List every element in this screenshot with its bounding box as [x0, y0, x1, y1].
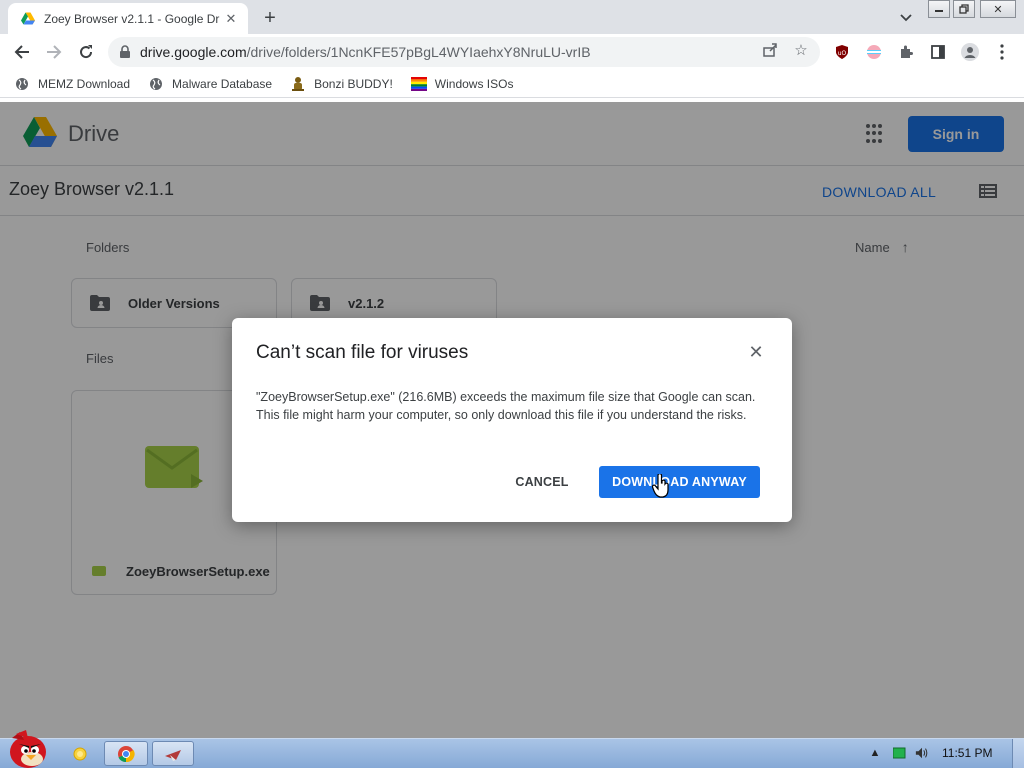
- browser-toolbar: drive.google.com/drive/folders/1NcnKFE57…: [0, 34, 1024, 70]
- bookmark-label: Windows ISOs: [434, 76, 514, 91]
- dialog-close-icon[interactable]: ✕: [746, 342, 766, 362]
- dialog-message: "ZoeyBrowserSetup.exe" (216.6MB) exceeds…: [256, 390, 756, 422]
- close-window-button[interactable]: ✕: [980, 0, 1016, 18]
- taskbar-clock[interactable]: 11:51 PM: [942, 746, 992, 760]
- browser-tab[interactable]: Zoey Browser v2.1.1 - Google Dr ✕: [8, 3, 248, 34]
- forward-button[interactable]: [40, 38, 68, 66]
- folder-sun-icon: [73, 747, 87, 760]
- url-path: /drive/folders/1NcnKFE57pBgL4WYIaehxY8Nr…: [246, 44, 591, 60]
- minimize-button[interactable]: [928, 0, 950, 18]
- new-tab-button[interactable]: +: [258, 6, 282, 30]
- tab-strip: Zoey Browser v2.1.1 - Google Dr ✕ + ✕: [0, 0, 1024, 34]
- reload-button[interactable]: [72, 38, 100, 66]
- forward-arrow-icon: [47, 45, 62, 59]
- bookmark-malware-database[interactable]: Malware Database: [148, 76, 272, 92]
- back-button[interactable]: [8, 38, 36, 66]
- pride-extension-icon[interactable]: [865, 43, 883, 61]
- bookmark-star-icon[interactable]: ☆: [792, 41, 810, 59]
- tab-title: Zoey Browser v2.1.1 - Google Dr: [44, 11, 220, 26]
- taskbar-chrome-button[interactable]: [104, 741, 148, 766]
- virus-scan-warning-dialog: Can’t scan file for viruses ✕ "ZoeyBrows…: [232, 318, 792, 522]
- cancel-button[interactable]: CANCEL: [500, 466, 584, 498]
- chrome-icon: [118, 745, 135, 762]
- globe-icon: [148, 76, 164, 92]
- bonzi-icon: [290, 76, 306, 92]
- svg-text:uO: uO: [838, 50, 847, 57]
- tab-close-icon[interactable]: ✕: [222, 10, 240, 28]
- taskbar-app-button[interactable]: [152, 741, 194, 766]
- restore-button[interactable]: [953, 0, 975, 18]
- profile-avatar-icon[interactable]: [961, 43, 979, 61]
- show-desktop-button[interactable]: [1012, 739, 1024, 768]
- windows-flag-icon: [410, 76, 427, 92]
- dialog-title: Can’t scan file for viruses: [256, 342, 469, 363]
- address-bar[interactable]: drive.google.com/drive/folders/1NcnKFE57…: [108, 37, 820, 67]
- ublock-extension-icon[interactable]: uO: [833, 43, 851, 61]
- bookmark-label: Bonzi BUDDY!: [314, 76, 393, 91]
- bookmark-memz[interactable]: MEMZ Download: [14, 76, 130, 92]
- start-button-angry-bird-icon[interactable]: [4, 728, 50, 768]
- url-host: drive.google.com: [140, 44, 247, 60]
- bookmark-label: MEMZ Download: [38, 76, 131, 91]
- google-drive-favicon-icon: [21, 12, 35, 24]
- tray-expand-icon[interactable]: ▲: [868, 746, 882, 760]
- bookmark-bonzi-buddy[interactable]: Bonzi BUDDY!: [290, 76, 393, 92]
- kebab-menu-icon[interactable]: [993, 43, 1011, 61]
- back-arrow-icon: [14, 45, 29, 59]
- download-anyway-button[interactable]: DOWNLOAD ANYWAY: [599, 466, 760, 498]
- tray-volume-icon[interactable]: [915, 746, 929, 760]
- url-text: drive.google.com/drive/folders/1NcnKFE57…: [140, 44, 591, 60]
- lock-icon: [120, 45, 130, 58]
- share-icon[interactable]: [761, 41, 779, 59]
- plane-app-icon: [165, 749, 181, 761]
- bookmark-windows-isos[interactable]: Windows ISOs: [410, 76, 514, 92]
- tab-search-chevron-icon[interactable]: [896, 8, 916, 28]
- bookmarks-bar: MEMZ Download Malware Database Bonzi BUD…: [0, 70, 1024, 98]
- globe-icon: [14, 76, 30, 92]
- hand-pointer-cursor-icon: [652, 474, 669, 498]
- reload-icon: [80, 45, 93, 59]
- side-panel-icon[interactable]: [929, 43, 947, 61]
- bookmark-label: Malware Database: [172, 76, 273, 91]
- extensions-puzzle-icon[interactable]: [897, 43, 915, 61]
- tray-battery-icon[interactable]: [893, 746, 907, 760]
- taskbar-explorer-button[interactable]: [62, 741, 98, 766]
